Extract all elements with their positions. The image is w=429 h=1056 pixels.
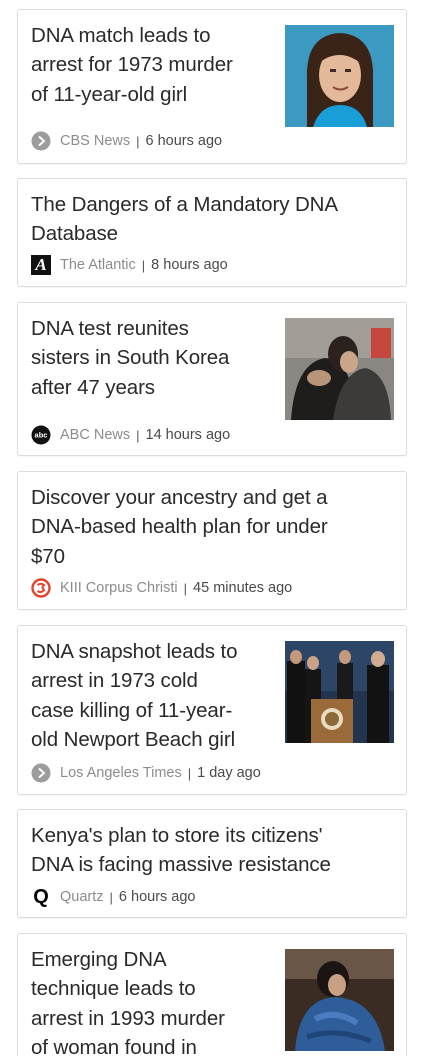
timestamp: 45 minutes ago	[193, 580, 293, 596]
article-headline[interactable]: DNA test reunites sisters in South Korea…	[31, 314, 229, 402]
article-thumbnail[interactable]	[285, 25, 394, 127]
source-name[interactable]: The Atlantic	[60, 257, 136, 273]
article-source: abc ABC News | 14 hours ago	[31, 425, 230, 445]
separator: |	[183, 580, 188, 596]
play-circle-icon	[31, 131, 51, 151]
timestamp: 8 hours ago	[151, 257, 228, 273]
article-card[interactable]: Kenya's plan to store its citizens' DNA …	[17, 809, 407, 918]
article-source: KIII Corpus Christi | 45 minutes ago	[31, 578, 292, 598]
source-name[interactable]: Quartz	[60, 889, 104, 905]
separator: |	[187, 765, 192, 781]
source-name[interactable]: ABC News	[60, 427, 130, 443]
quartz-logo-icon: Q	[33, 886, 49, 908]
article-thumbnail[interactable]	[285, 949, 394, 1051]
article-source: Q Quartz | 6 hours ago	[31, 886, 196, 908]
timestamp: 1 day ago	[197, 765, 261, 781]
separator: |	[109, 889, 113, 905]
article-headline[interactable]: DNA snapshot leads to arrest in 1973 col…	[31, 637, 238, 755]
abc-logo-icon: abc	[31, 425, 51, 445]
press-conference-photo	[285, 641, 394, 743]
article-source: A The Atlantic | 8 hours ago	[31, 255, 228, 275]
separator: |	[136, 133, 140, 149]
svg-text:abc: abc	[35, 431, 48, 440]
article-card[interactable]: DNA match leads to arrest for 1973 murde…	[17, 9, 407, 164]
separator: |	[136, 427, 140, 443]
article-card[interactable]: Discover your ancestry and get a DNA-bas…	[17, 471, 407, 610]
source-name[interactable]: CBS News	[60, 133, 130, 149]
source-name[interactable]: Los Angeles Times	[60, 765, 182, 781]
article-headline[interactable]: DNA match leads to arrest for 1973 murde…	[31, 21, 233, 109]
article-card[interactable]: DNA test reunites sisters in South Korea…	[17, 302, 407, 456]
article-headline[interactable]: Discover your ancestry and get a DNA-bas…	[31, 483, 328, 571]
article-card[interactable]: The Dangers of a Mandatory DNA Database …	[17, 178, 407, 287]
article-headline[interactable]: Kenya's plan to store its citizens' DNA …	[31, 821, 331, 880]
timestamp: 14 hours ago	[145, 427, 231, 443]
hugging-women-photo	[285, 318, 394, 420]
article-headline[interactable]: Emerging DNA technique leads to arrest i…	[31, 945, 225, 1056]
article-card[interactable]: DNA snapshot leads to arrest in 1973 col…	[17, 625, 407, 795]
timestamp: 6 hours ago	[145, 133, 223, 149]
play-circle-icon	[31, 763, 51, 783]
article-source: Los Angeles Times | 1 day ago	[31, 763, 261, 783]
source-name[interactable]: KIII Corpus Christi	[60, 580, 178, 596]
article-thumbnail[interactable]	[285, 318, 394, 420]
atlantic-logo-icon: A	[31, 255, 51, 275]
kiii-logo-icon	[31, 578, 51, 598]
article-card[interactable]: Emerging DNA technique leads to arrest i…	[17, 933, 407, 1056]
woman-blue-jacket-photo	[285, 949, 394, 1051]
timestamp: 6 hours ago	[118, 889, 196, 905]
separator: |	[141, 257, 146, 273]
girl-portrait-photo	[285, 25, 394, 127]
article-thumbnail[interactable]	[285, 641, 394, 743]
article-source: CBS News | 6 hours ago	[31, 131, 222, 151]
article-headline[interactable]: The Dangers of a Mandatory DNA Database	[31, 190, 338, 249]
news-feed: DNA match leads to arrest for 1973 murde…	[0, 0, 429, 1056]
